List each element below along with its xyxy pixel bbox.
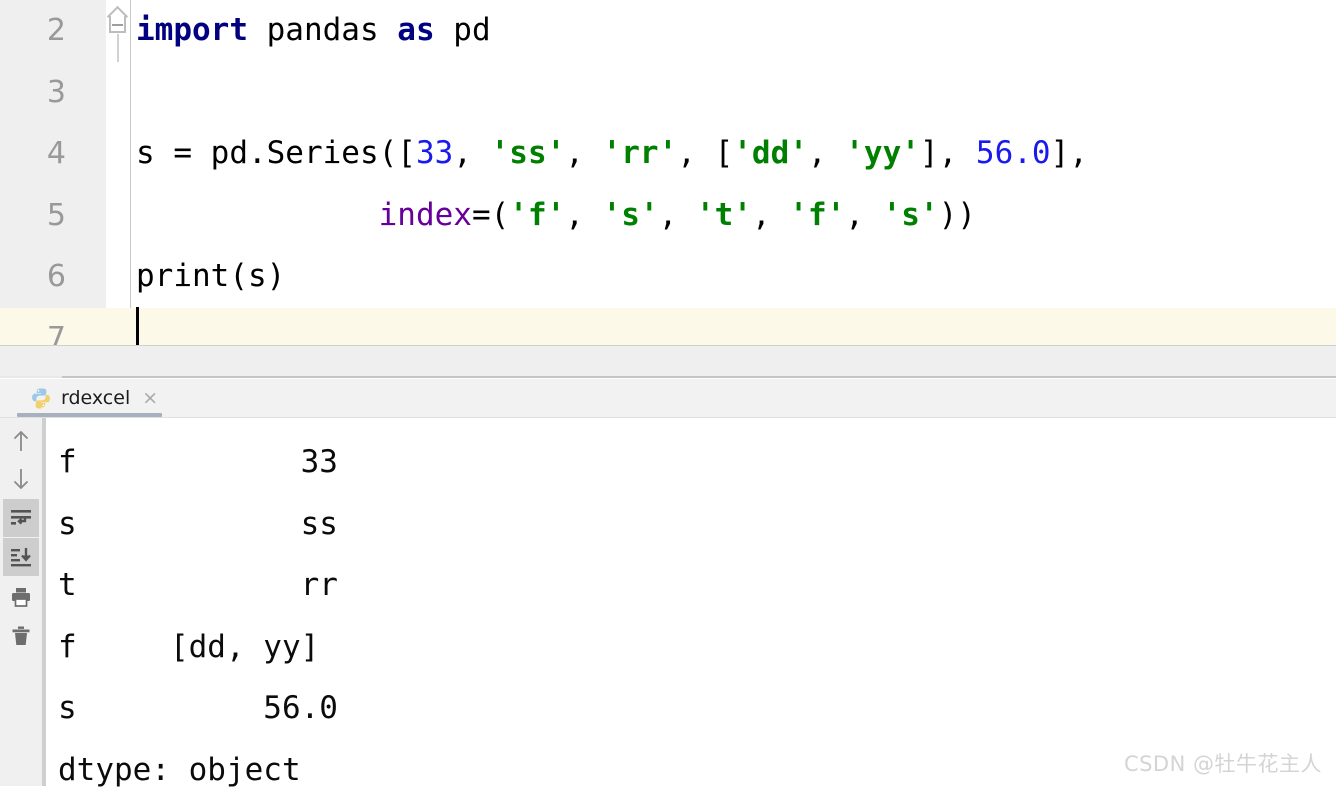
code-token-num: 33 [416,135,453,171]
code-line[interactable]: 2 import pandas as pd [0,0,1336,62]
code-token-str: 'f' [789,197,845,233]
print-icon[interactable] [3,578,39,616]
console-output-text: f 33s sst rrf [dd, yy]s 56.0dtype: objec… [58,432,1158,801]
code-token-plain: , [845,197,882,233]
code-token-plain: ], [1051,135,1088,171]
close-icon[interactable]: × [142,389,158,408]
code-line[interactable]: 6 print(s) [0,246,1336,308]
code-token-str: 'dd' [733,135,808,171]
console-output-line: f 33 [58,432,1158,494]
code-token-str: 't' [696,197,752,233]
code-line[interactable]: 4 s = pd.Series([33, 'ss', 'rr', ['dd', '… [0,123,1336,185]
line-number: 2 [0,0,86,62]
scroll-to-end-icon[interactable] [3,538,39,576]
code-line[interactable]: 5 index=('f', 's', 't', 'f', 's')) [0,185,1336,247]
code-token-str: 's' [883,197,939,233]
run-console[interactable]: f 33s sst rrf [dd, yy]s 56.0dtype: objec… [0,418,1336,786]
code-token-plain: s = pd.Series([ [136,135,416,171]
up-arrow-icon[interactable] [3,422,39,460]
console-output-line: s ss [58,494,1158,556]
code-token-str: 's' [603,197,659,233]
code-token-plain: pd [435,12,491,48]
tab-active-indicator [17,413,162,417]
console-output-line: s 56.0 [58,678,1158,740]
code-token-str: 'rr' [603,135,678,171]
code-line-text: index=('f', 's', 't', 'f', 's')) [136,185,976,247]
soft-wrap-icon[interactable] [3,499,39,537]
code-token-plain: =( [472,197,509,233]
code-token-num: 56.0 [976,135,1051,171]
code-editor[interactable]: 2 import pandas as pd 34 s = pd.Series([33,… [0,0,1336,345]
line-number: 6 [0,246,86,308]
tab-rdexcel[interactable]: rdexcel × [20,379,168,417]
code-token-plain: , [565,135,602,171]
splitter-handle-left-cap [0,376,62,378]
code-line-text: print(s) [136,246,285,308]
pycharm-window: 2 import pandas as pd 34 s = pd.Series([33,… [0,0,1336,786]
code-line-list[interactable]: 2 import pandas as pd 34 s = pd.Series([33,… [0,0,1336,345]
python-icon [30,387,52,409]
code-token-str: 'ss' [491,135,566,171]
console-output-line: dtype: object [58,740,1158,801]
code-token-plain: , [808,135,845,171]
code-token-plain: , [659,197,696,233]
line-number: 5 [0,185,86,247]
fold-region-stem [117,34,119,62]
code-token-str: 'yy' [845,135,920,171]
csdn-watermark: CSDN @牡牛花主人 [1124,748,1322,778]
code-token-plain: , [752,197,789,233]
code-token-plain: , [ [677,135,733,171]
line-number: 7 [0,308,86,346]
code-token-plain: print(s) [136,258,285,294]
code-token-plain: , [565,197,602,233]
code-token-plain: pandas [248,12,397,48]
fold-icon-minus [112,24,123,26]
console-output-line: t rr [58,555,1158,617]
code-token-kwarg: index [379,197,472,233]
console-toolbar[interactable] [0,418,43,786]
run-tool-window-tabbar[interactable]: : rdexcel × [0,379,1336,418]
console-output-line: f [dd, yy] [58,617,1158,679]
tool-window-label: : [0,388,2,408]
code-line[interactable]: 3 [0,62,1336,124]
down-arrow-icon[interactable] [3,460,39,498]
code-line-text: s = pd.Series([33, 'ss', 'rr', ['dd', 'y… [136,123,1088,185]
code-token-str: 'f' [509,197,565,233]
line-number: 4 [0,123,86,185]
code-line-text: import pandas as pd [136,0,491,62]
text-caret [136,307,139,345]
code-token-plain [136,197,379,233]
console-left-border [43,418,46,786]
editor-console-splitter[interactable] [0,345,1336,378]
code-token-plain: )) [939,197,976,233]
code-token-plain: , [453,135,490,171]
code-token-kw: import [136,12,248,48]
splitter-handle[interactable] [0,376,1336,378]
code-token-kw: as [397,12,434,48]
tab-label: rdexcel [61,389,130,408]
code-token-plain: ], [920,135,976,171]
line-number: 3 [0,62,86,124]
code-line[interactable]: 7 [0,308,1336,346]
trash-icon[interactable] [3,617,39,655]
code-fold-collapse-icon[interactable] [109,12,129,36]
